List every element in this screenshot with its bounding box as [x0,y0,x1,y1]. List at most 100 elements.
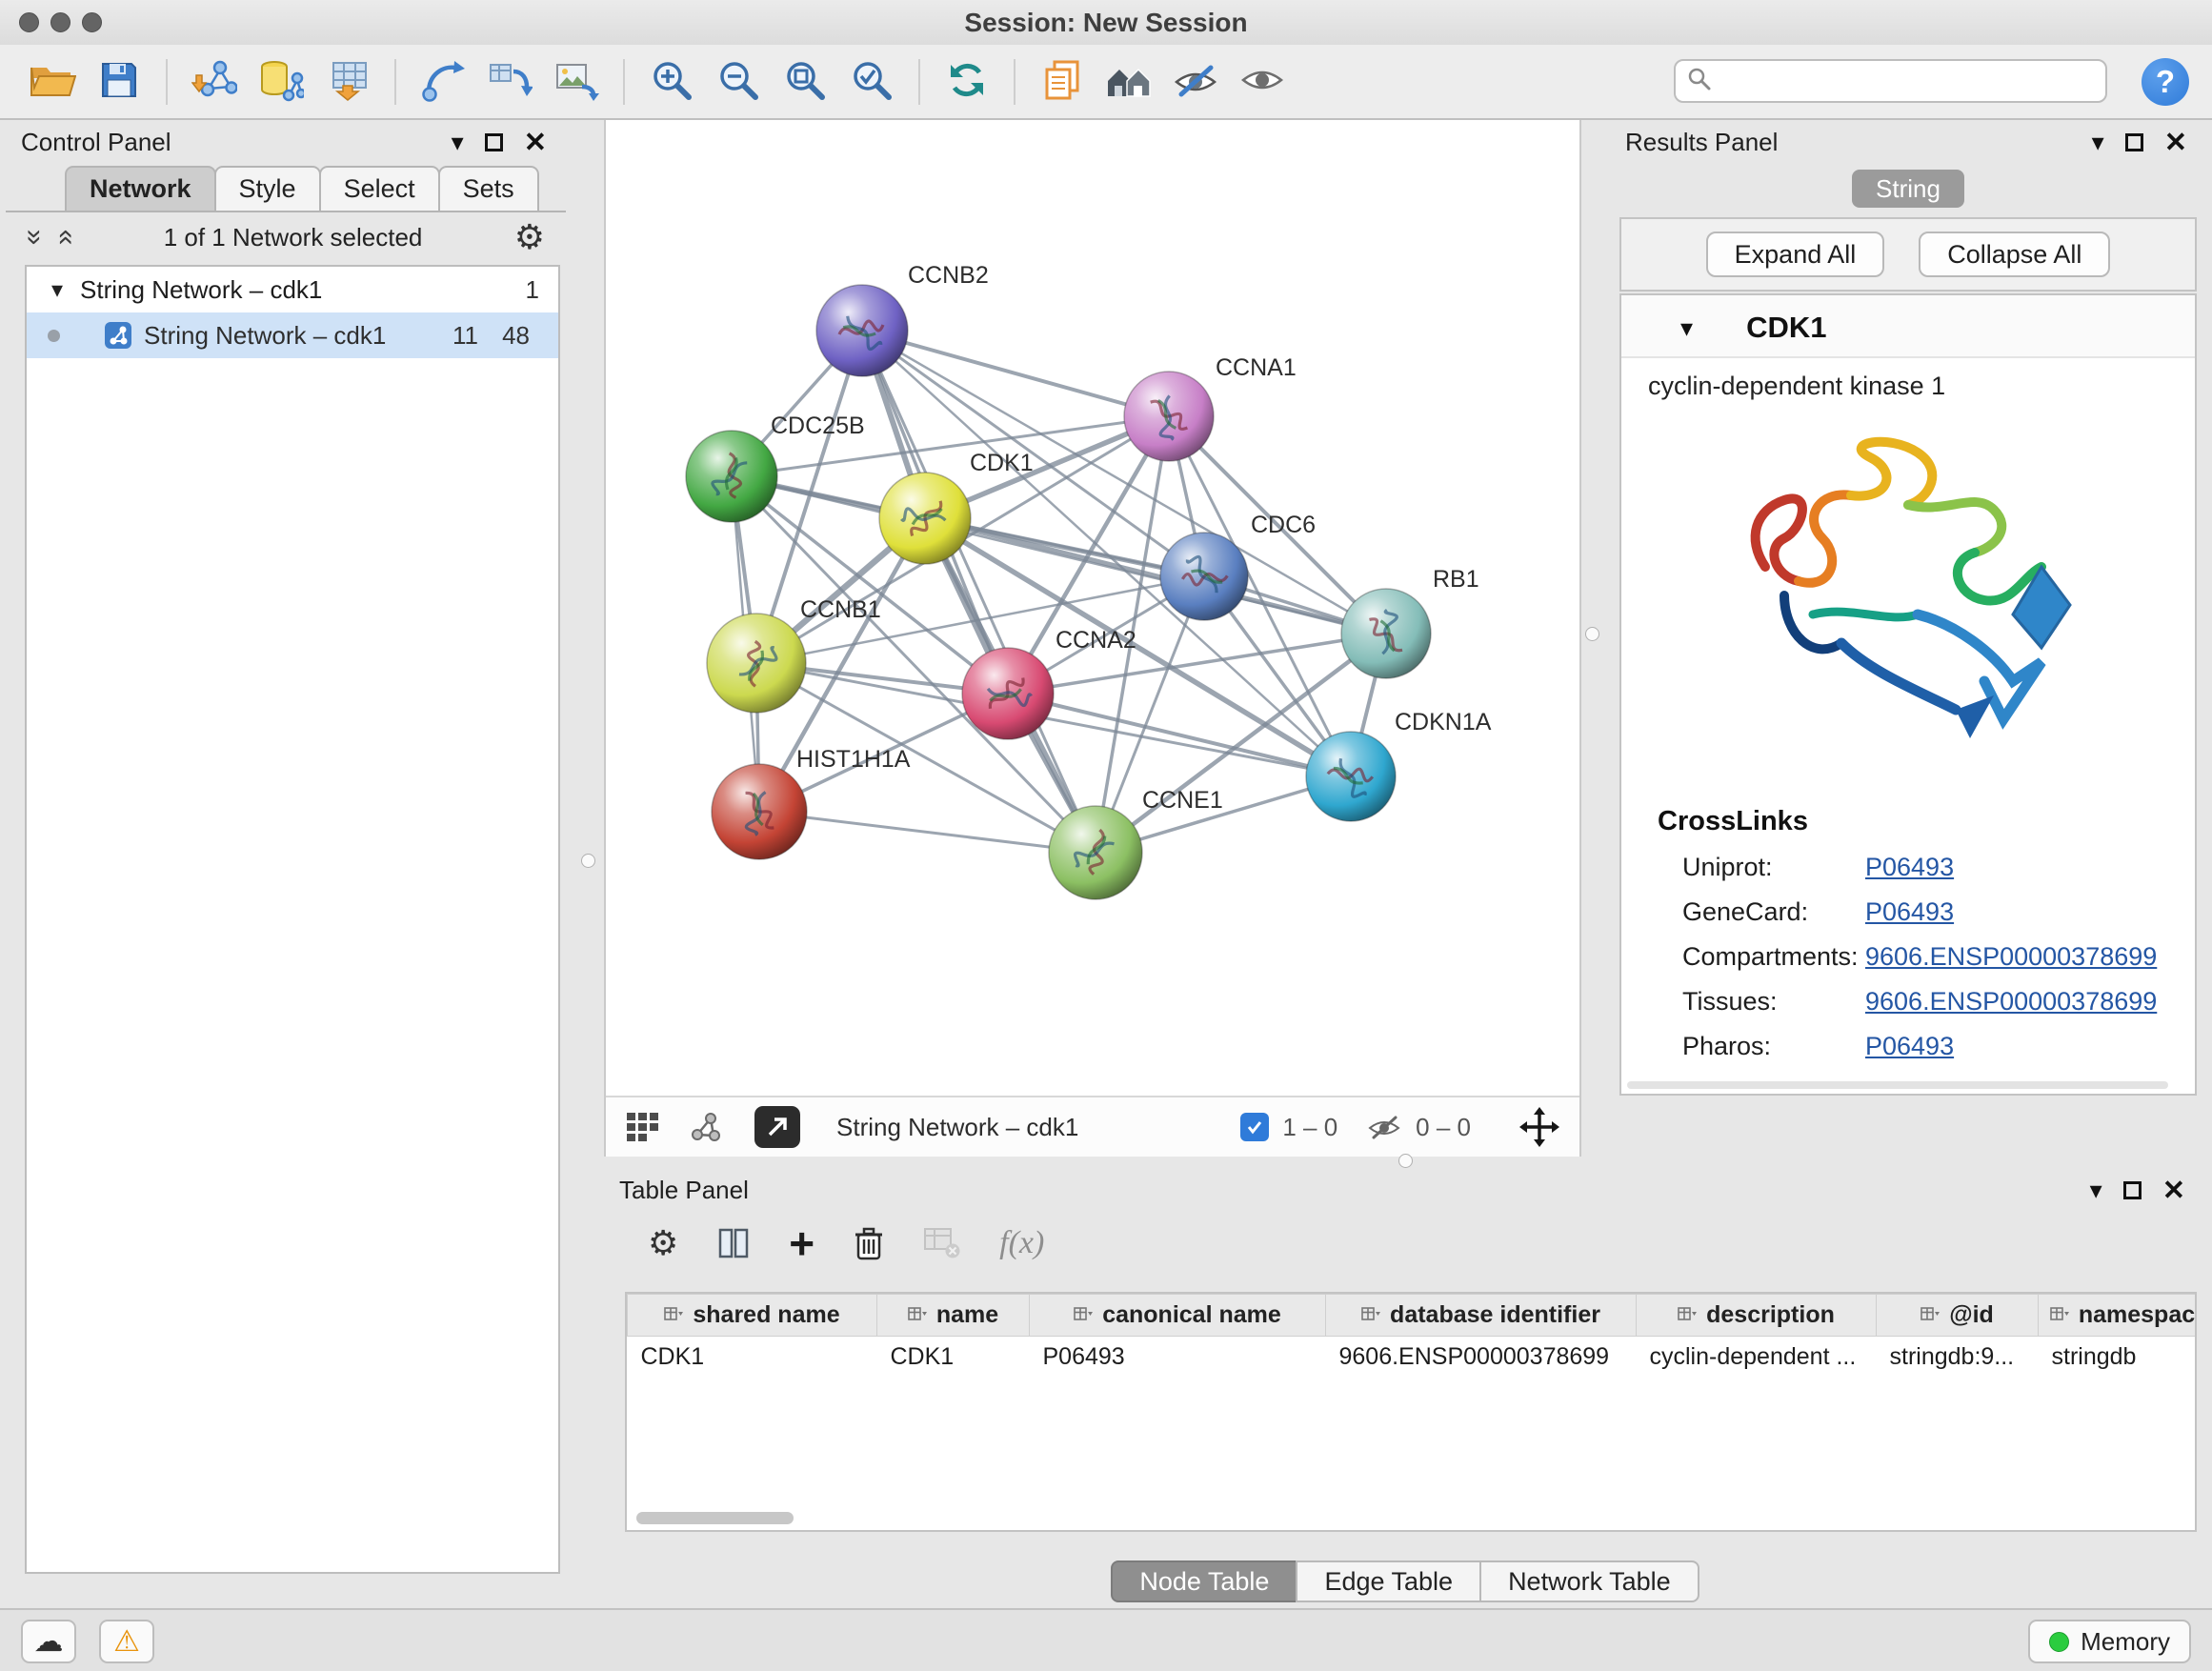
clone-network-button[interactable] [480,51,539,112]
table-cell[interactable]: 9606.ENSP00000378699 [1326,1337,1637,1379]
zoom-window-button[interactable] [82,12,102,32]
crosslink-value[interactable]: 9606.ENSP00000378699 [1865,942,2157,972]
crosslink-value[interactable]: P06493 [1865,897,1954,927]
table-row[interactable]: CDK1CDK1P064939606.ENSP00000378699cyclin… [628,1337,2198,1379]
edge-hist1h1a-ccne1[interactable] [759,812,1096,853]
table-horizontal-scrollbar[interactable] [636,1512,794,1524]
results-scrollbar[interactable] [1627,1081,2168,1089]
zoom-out-button[interactable] [709,51,768,112]
network-canvas[interactable]: CCNB2CCNA1CDC25BCDK1CDC6RB1CCNB1CCNA2CDK… [606,120,1583,1094]
search-input[interactable] [1721,68,2094,95]
memory-button[interactable]: Memory [2028,1620,2191,1663]
node-ccna1[interactable] [1124,372,1214,461]
zoom-in-button[interactable] [642,51,701,112]
show-columns-icon[interactable] [716,1226,751,1260]
table-cell[interactable]: stringdb [2039,1337,2198,1379]
string-results-tab[interactable]: String [1852,170,1964,208]
network-overview-icon[interactable] [688,1111,722,1143]
gene-card-header[interactable]: ▾ CDK1 [1621,295,2195,358]
table-cell[interactable]: stringdb:9... [1877,1337,2039,1379]
table-cell[interactable]: CDK1 [628,1337,877,1379]
tab-sets[interactable]: Sets [438,166,539,211]
bottom-splitter-handle[interactable] [1398,1154,1413,1168]
home-button[interactable] [1099,51,1158,112]
node-rb1[interactable] [1341,589,1431,678]
network-view[interactable]: CCNB2CCNA1CDC25BCDK1CDC6RB1CCNB1CCNA2CDK… [604,120,1581,1157]
network-row[interactable]: String Network – cdk1 11 48 [27,312,558,358]
node-ccna2[interactable] [962,648,1054,739]
cloud-button[interactable]: ☁ [21,1620,76,1663]
zoom-selected-button[interactable] [842,51,901,112]
save-session-button[interactable] [90,51,149,112]
column-header--id[interactable]: @id [1877,1295,2039,1337]
control-panel-maximize-icon[interactable] [485,133,503,151]
table-cell[interactable]: CDK1 [877,1337,1030,1379]
results-panel-float-icon[interactable]: ▾ [2092,128,2104,157]
table-cell[interactable]: P06493 [1030,1337,1326,1379]
table-panel-maximize-icon[interactable] [2123,1181,2142,1199]
expand-all-button[interactable]: Expand All [1706,232,1885,277]
collapse-all-button[interactable]: Collapse All [1919,232,2110,277]
table-settings-gear-icon[interactable]: ⚙ [648,1223,678,1263]
node-ccnb1[interactable] [707,614,806,713]
tab-node-table[interactable]: Node Table [1111,1560,1297,1602]
minimize-window-button[interactable] [50,12,70,32]
table-panel-close-icon[interactable]: ✕ [2162,1174,2185,1207]
open-session-button[interactable] [23,51,82,112]
add-column-icon[interactable]: + [789,1224,814,1262]
hide-selected-button[interactable] [1166,51,1225,112]
table-cell[interactable]: cyclin-dependent ... [1637,1337,1877,1379]
collapse-all-networks-icon[interactable]: » [18,230,50,246]
crosslink-value[interactable]: 9606.ENSP00000378699 [1865,987,2157,1017]
tab-network[interactable]: Network [65,166,216,211]
tree-expand-icon[interactable]: ▾ [51,276,63,304]
new-network-button[interactable] [413,51,473,112]
column-header-name[interactable]: name [877,1295,1030,1337]
crosslink-value[interactable]: P06493 [1865,853,1954,882]
tab-network-table[interactable]: Network Table [1479,1560,1699,1602]
right-splitter-handle[interactable] [1585,627,1599,641]
session-details-button[interactable] [1033,51,1092,112]
column-header-description[interactable]: description [1637,1295,1877,1337]
node-ccne1[interactable] [1049,806,1142,899]
gene-collapse-icon[interactable]: ▾ [1680,313,1693,343]
birds-eye-view-icon[interactable] [625,1111,663,1143]
function-builder-icon[interactable]: f(x) [999,1225,1044,1261]
column-header-shared-name[interactable]: shared name [628,1295,877,1337]
node-hist1h1a[interactable] [712,764,807,859]
tab-edge-table[interactable]: Edge Table [1296,1560,1481,1602]
zoom-fit-button[interactable] [775,51,835,112]
apply-layout-button[interactable] [937,51,996,112]
column-header-namespac[interactable]: namespac [2039,1295,2198,1337]
network-options-gear-icon[interactable]: ⚙ [514,217,545,257]
export-view-icon[interactable] [754,1106,800,1148]
control-panel-float-icon[interactable]: ▾ [452,128,464,157]
control-panel-close-icon[interactable]: ✕ [524,126,547,159]
node-ccnb2[interactable] [816,285,908,376]
close-window-button[interactable] [19,12,39,32]
selected-checkbox-icon[interactable] [1240,1113,1269,1141]
warnings-button[interactable]: ⚠ [99,1620,154,1663]
export-image-button[interactable] [547,51,606,112]
node-cdkn1a[interactable] [1306,732,1396,821]
pan-crosshair-icon[interactable] [1518,1106,1560,1148]
tab-select[interactable]: Select [319,166,440,211]
node-cdc6[interactable] [1160,533,1248,620]
left-splitter-handle[interactable] [581,854,595,868]
expand-all-networks-icon[interactable]: » [48,230,80,246]
edge-ccnb2-ccne1[interactable] [862,331,1096,853]
column-header-database-identifier[interactable]: database identifier [1326,1295,1637,1337]
node-cdc25b[interactable] [686,431,777,522]
import-table-button[interactable] [318,51,377,112]
import-network-from-database-button[interactable] [251,51,311,112]
tab-style[interactable]: Style [214,166,321,211]
crosslink-value[interactable]: P06493 [1865,1032,1954,1061]
help-button[interactable]: ? [2142,58,2189,106]
table-panel-float-icon[interactable]: ▾ [2090,1176,2102,1205]
hidden-eye-icon[interactable] [1366,1113,1402,1141]
results-panel-close-icon[interactable]: ✕ [2164,126,2187,159]
network-collection-row[interactable]: ▾ String Network – cdk1 1 [27,267,558,312]
import-network-from-file-button[interactable] [185,51,244,112]
delete-column-icon[interactable] [853,1225,885,1261]
show-all-button[interactable] [1233,51,1292,112]
